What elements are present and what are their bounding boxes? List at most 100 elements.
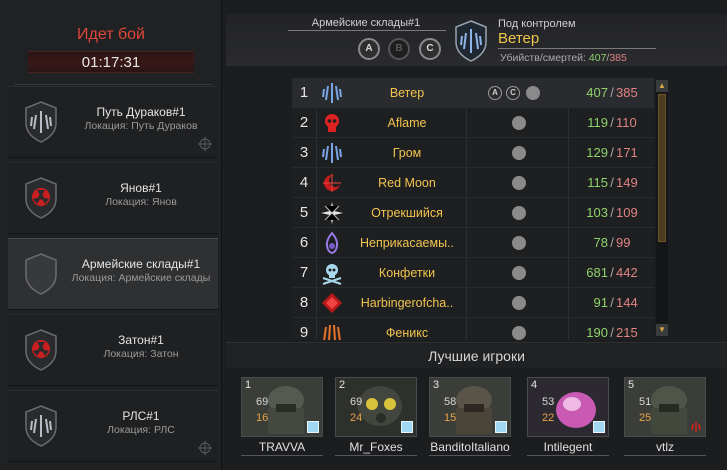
flag-icon — [512, 116, 526, 130]
clan-kills: 103 — [586, 205, 608, 220]
clan-name: Red Moon — [378, 176, 436, 190]
table-row[interactable]: 3 Гром 129 / 171 — [292, 138, 654, 168]
rank-badge-icon — [495, 421, 507, 433]
stats-deaths: 385 — [609, 52, 627, 64]
table-row[interactable]: 9 Феникс 190 / 215 — [292, 318, 654, 340]
player-card-1[interactable]: 1 69 16 — [241, 377, 323, 437]
location-item-yanov[interactable]: Янов#1 Локация: Янов — [8, 162, 218, 234]
table-row[interactable]: 2 Aflame 119 / 110 — [292, 108, 654, 138]
table-row[interactable]: 6 Неприкасаемы.. 78 / 99 — [292, 228, 654, 258]
location-sub: Локация: РЛС — [107, 424, 175, 436]
scroll-thumb[interactable] — [658, 94, 666, 242]
clan-wings-icon — [691, 422, 701, 432]
flag-icon — [512, 146, 526, 160]
purple-fire-icon — [325, 231, 339, 255]
captured-points — [468, 288, 568, 318]
player-rank: 2 — [339, 379, 346, 391]
red-diamond-icon — [322, 293, 342, 313]
player-card-5[interactable]: 5 51 25 — [624, 377, 706, 437]
battle-status: Идет бой 01:17:31 — [8, 18, 214, 76]
locations-panel: Идет бой 01:17:31 Путь Дураков#1 Локация… — [0, 0, 222, 470]
stats-slash: / — [610, 115, 614, 130]
crosshair-icon — [198, 441, 212, 455]
clan-deaths: 442 — [616, 265, 638, 280]
table-row[interactable]: 8 Harbingerofcha.. 91 / 144 — [292, 288, 654, 318]
player-card-2[interactable]: 2 69 24 — [335, 377, 417, 437]
clan-deaths: 99 — [616, 235, 631, 250]
clan-table-scrollbar[interactable]: ▲ ▼ — [656, 80, 668, 336]
controlling-clan-name: Ветер — [498, 30, 656, 49]
stats-kills: 407 — [588, 52, 607, 64]
control-caption: Под контролем — [498, 18, 576, 30]
phoenix-icon — [323, 324, 341, 340]
player-kills: 69 — [350, 396, 363, 408]
location-item-rls[interactable]: РЛС#1 Локация: РЛС — [8, 390, 218, 462]
stats-slash: / — [610, 235, 614, 250]
player-name: vtlz — [624, 440, 706, 456]
clan-rank: 5 — [299, 204, 309, 221]
clan-rank: 7 — [299, 264, 309, 281]
captured-points — [468, 228, 568, 258]
location-name: РЛС#1 — [122, 409, 160, 423]
clan-deaths: 109 — [616, 205, 638, 220]
blue-wings-icon — [322, 83, 342, 103]
table-row[interactable]: 7 Конфетки 681 / 442 — [292, 258, 654, 288]
captured-points — [468, 138, 568, 168]
red-moon-icon — [323, 174, 341, 192]
wings-emblem-icon — [25, 405, 57, 447]
location-item-zaton[interactable]: Затон#1 Локация: Затон — [8, 314, 218, 386]
point-a-badge: A — [358, 38, 380, 60]
clan-kills: 681 — [586, 265, 608, 280]
location-sub: Локация: Армейские склады — [71, 272, 211, 284]
clan-rank: 8 — [299, 294, 309, 311]
stats-slash: / — [610, 295, 614, 310]
stats-slash: / — [610, 205, 614, 220]
player-deaths: 16 — [256, 412, 269, 424]
clan-kills: 78 — [593, 235, 608, 250]
player-kills: 51 — [639, 396, 652, 408]
clan-deaths: 144 — [616, 295, 638, 310]
clan-kills: 119 — [587, 115, 608, 130]
stats-slash: / — [610, 265, 614, 280]
table-row[interactable]: 4 Red Moon 115 / 149 — [292, 168, 654, 198]
skull-crossbones-icon — [322, 264, 342, 285]
flag-icon — [512, 296, 526, 310]
captured-points — [468, 258, 568, 288]
clan-kills: 129 — [586, 145, 608, 160]
clan-rank: 6 — [299, 234, 309, 251]
clan-kills: 91 — [593, 295, 608, 310]
table-row[interactable]: 5 Отрекшийся 103 / 109 — [292, 198, 654, 228]
player-card-3[interactable]: 3 58 15 — [429, 377, 511, 437]
rank-badge-icon — [401, 421, 413, 433]
player-name: TRAVVA — [241, 440, 323, 456]
rank-badge-icon — [593, 421, 605, 433]
player-card-4[interactable]: 4 53 22 — [527, 377, 609, 437]
clan-deaths: 110 — [616, 115, 637, 130]
clan-rank: 2 — [299, 114, 309, 131]
point-c-icon: C — [506, 86, 520, 100]
table-row[interactable]: 1 Ветер A C 407 / 385 — [292, 78, 654, 108]
clan-name: Aflame — [387, 116, 427, 130]
location-item-army-warehouses[interactable]: Армейские склады#1 Локация: Армейские ск… — [8, 238, 218, 310]
player-rank: 5 — [628, 379, 635, 391]
player-rank: 4 — [531, 379, 538, 391]
player-rank: 3 — [433, 379, 440, 391]
flag-icon — [526, 86, 540, 100]
radiation-emblem-icon — [25, 177, 57, 219]
location-name: Армейские склады#1 — [81, 257, 201, 271]
player-name: Mr_Foxes — [335, 440, 417, 456]
blue-wings-icon — [322, 143, 342, 163]
location-item-put-durakov[interactable]: Путь Дураков#1 Локация: Путь Дураков — [8, 86, 218, 158]
player-deaths: 25 — [639, 412, 652, 424]
flag-icon — [512, 236, 526, 250]
empty-shield-icon — [25, 253, 57, 295]
controlling-clan-emblem-icon — [455, 20, 487, 62]
scroll-down-icon[interactable]: ▼ — [656, 324, 668, 336]
player-deaths: 15 — [444, 412, 457, 424]
location-sub: Локация: Затон — [103, 348, 179, 360]
location-sub: Локация: Янов — [105, 196, 177, 208]
clan-name: Гром — [392, 146, 422, 160]
divider — [14, 84, 212, 85]
clan-name: Ветер — [389, 86, 425, 100]
scroll-up-icon[interactable]: ▲ — [656, 80, 668, 92]
